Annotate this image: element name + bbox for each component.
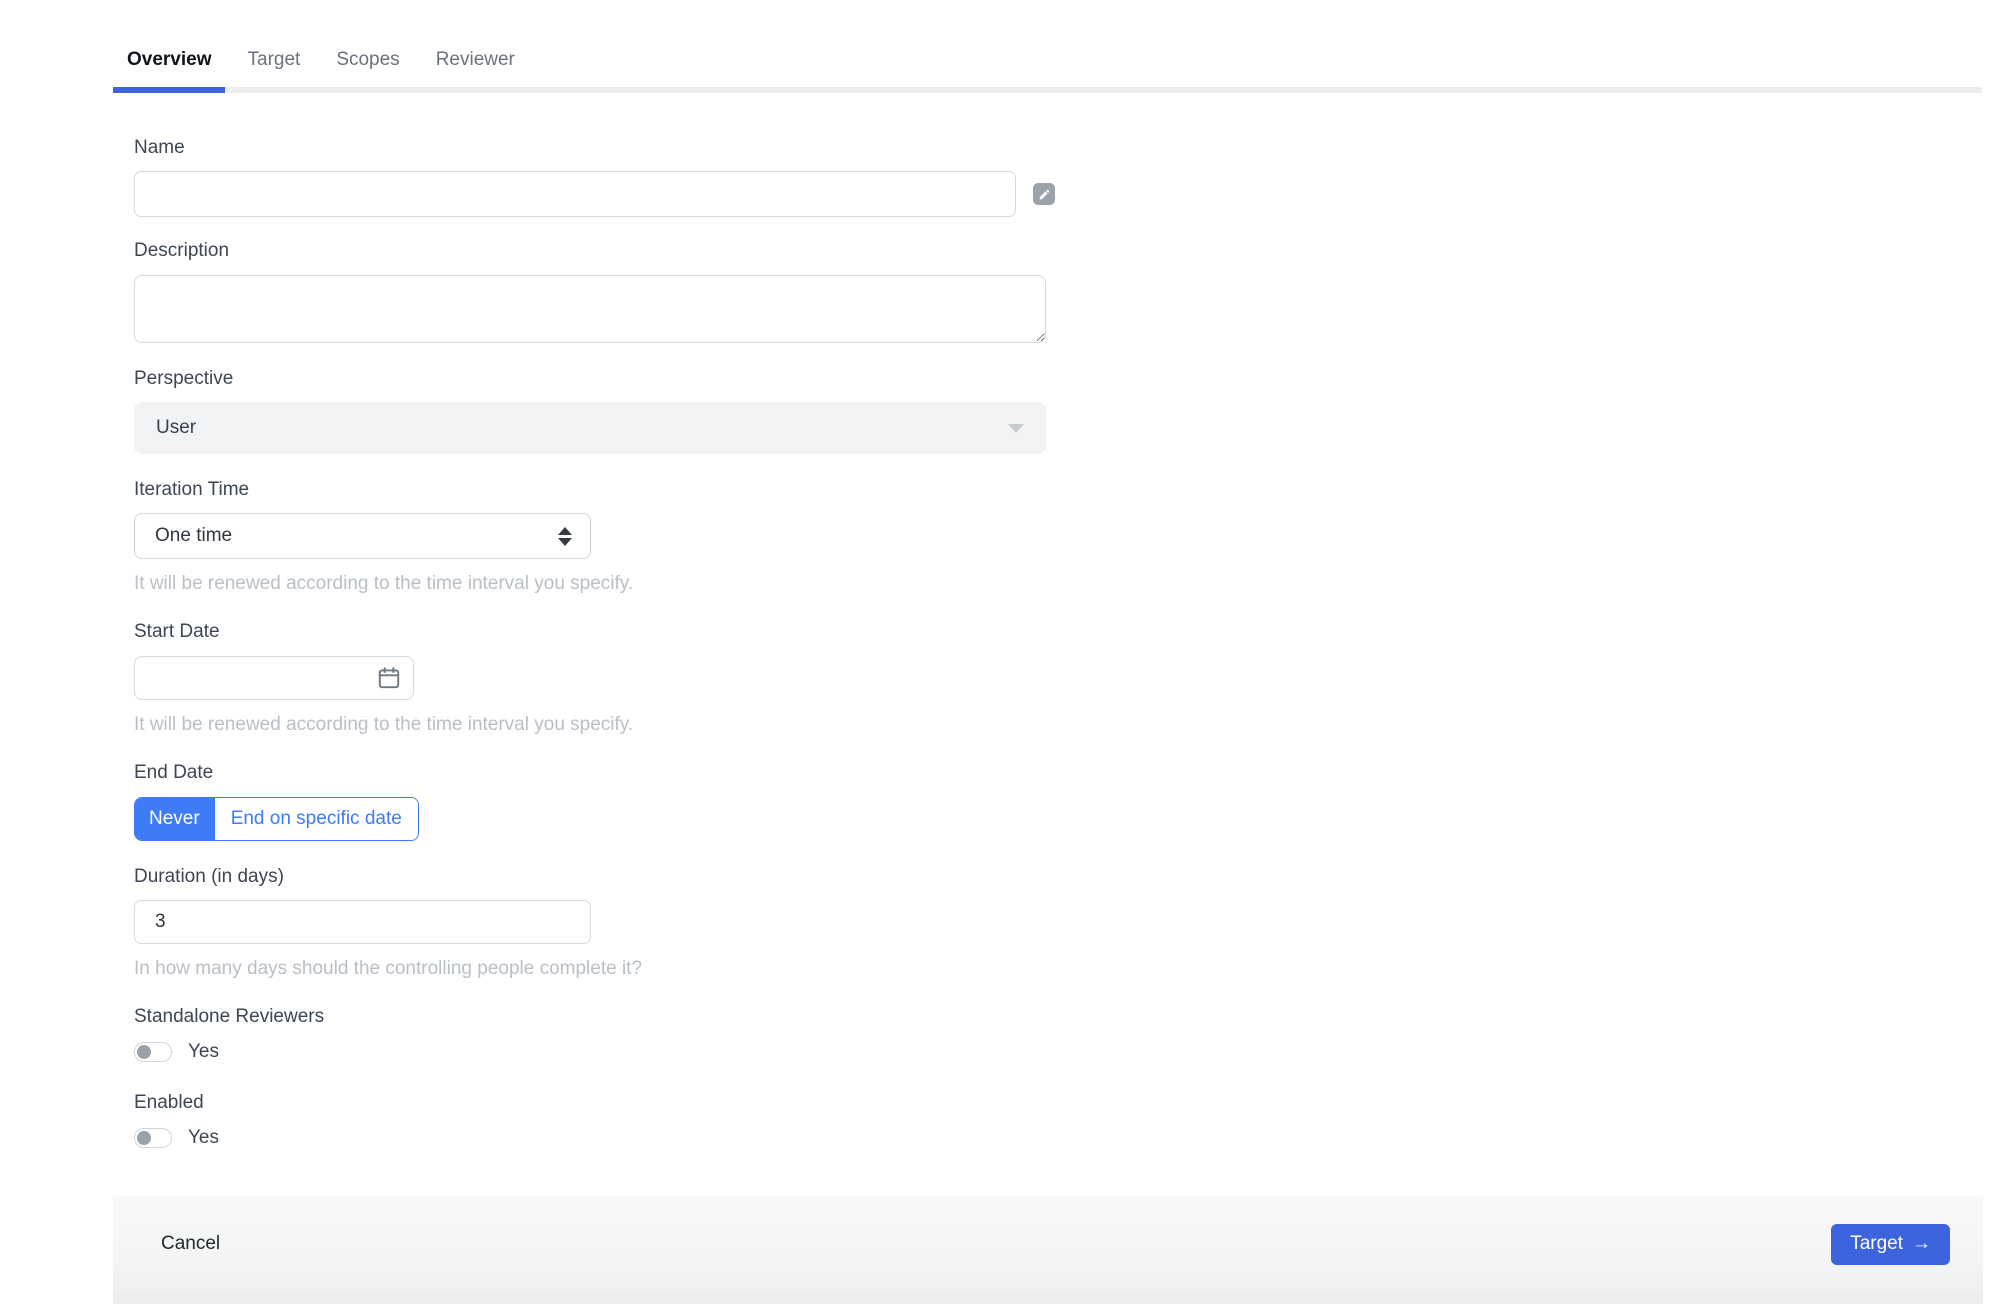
name-input[interactable]	[134, 171, 1016, 217]
duration-label: Duration (in days)	[134, 866, 284, 887]
form-footer: Cancel Target →	[113, 1196, 1983, 1292]
caret-up-down-icon	[558, 526, 572, 546]
description-label: Description	[134, 240, 230, 261]
edit-name-button[interactable]	[1033, 183, 1055, 205]
end-date-option-specific[interactable]: End on specific date	[213, 798, 418, 840]
next-button-label: Target	[1850, 1233, 1903, 1254]
tab-reviewer[interactable]: Reviewer	[422, 49, 529, 87]
standalone-reviewers-toggle-label: Yes	[188, 1041, 219, 1062]
calendar-icon[interactable]	[376, 665, 402, 691]
iteration-time-helper: It will be renewed according to the time…	[134, 573, 634, 594]
toggle-knob	[137, 1131, 151, 1145]
cancel-button[interactable]: Cancel	[161, 1233, 220, 1255]
duration-input[interactable]	[134, 900, 591, 944]
end-date-label: End Date	[134, 762, 214, 783]
overview-form: Name Description Perspective User Iterat…	[0, 137, 2002, 1151]
standalone-reviewers-label: Standalone Reviewers	[134, 1006, 325, 1027]
arrow-right-icon: →	[1912, 1233, 1931, 1254]
end-date-option-never[interactable]: Never	[135, 798, 214, 840]
start-date-helper: It will be renewed according to the time…	[134, 714, 634, 735]
tab-bar: Overview Target Scopes Reviewer	[0, 0, 2002, 87]
toggle-knob	[137, 1045, 151, 1059]
tab-overview[interactable]: Overview	[113, 49, 226, 87]
iteration-time-value: One time	[155, 525, 233, 546]
start-date-label: Start Date	[134, 621, 220, 642]
perspective-label: Perspective	[134, 368, 234, 389]
target-next-button[interactable]: Target →	[1831, 1223, 1950, 1265]
bottom-edge-strip	[113, 1292, 1983, 1304]
iteration-time-label: Iteration Time	[134, 479, 250, 500]
perspective-select[interactable]: User	[134, 402, 1046, 454]
caret-down-icon	[1008, 423, 1024, 433]
enabled-toggle[interactable]	[134, 1128, 172, 1148]
tab-scopes[interactable]: Scopes	[322, 49, 413, 87]
enabled-label: Enabled	[134, 1092, 204, 1113]
description-textarea[interactable]	[134, 275, 1046, 343]
start-date-input[interactable]	[134, 656, 414, 700]
standalone-reviewers-toggle[interactable]	[134, 1042, 172, 1062]
tab-target[interactable]: Target	[234, 49, 315, 87]
tab-divider	[113, 87, 1982, 93]
pencil-icon	[1038, 188, 1051, 201]
name-label: Name	[134, 137, 185, 158]
active-tab-underline	[113, 87, 225, 93]
enabled-toggle-label: Yes	[188, 1127, 219, 1148]
duration-helper: In how many days should the controlling …	[134, 958, 643, 979]
perspective-value: User	[156, 417, 197, 438]
iteration-time-select[interactable]: One time	[134, 513, 591, 559]
end-date-segmented-control: Never End on specific date	[134, 797, 419, 841]
